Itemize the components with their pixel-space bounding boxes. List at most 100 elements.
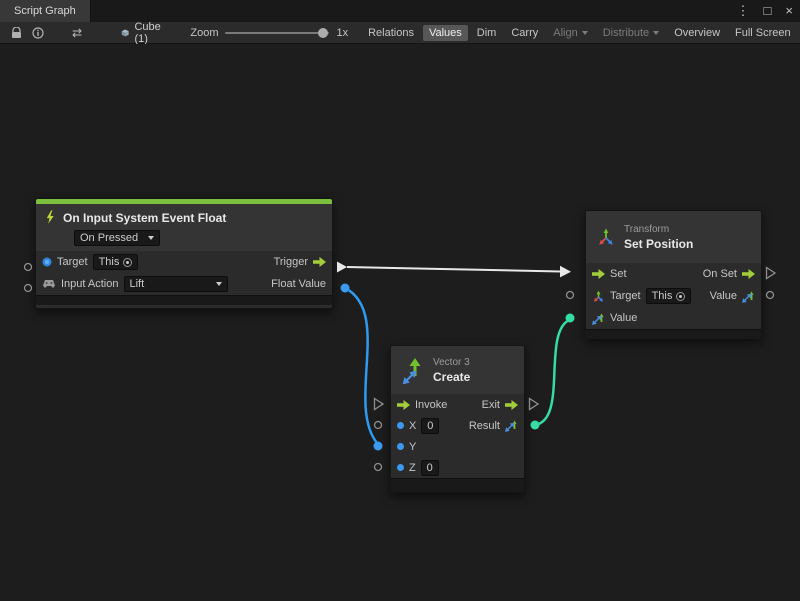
- input-action-label: Input Action: [61, 278, 119, 290]
- full-screen-button[interactable]: Full Screen: [729, 25, 797, 41]
- script-graph-window: Script Graph ⋮ □ × ⇄ Cube (1) Zoom 1x Re…: [0, 0, 800, 601]
- float-port-icon: [397, 464, 404, 471]
- port-z-in[interactable]: [375, 464, 382, 471]
- port-exit-out[interactable]: [530, 399, 539, 410]
- on-set-label: On Set: [703, 268, 737, 280]
- port-x-in[interactable]: [375, 422, 382, 429]
- port-transform-target-in[interactable]: [567, 292, 574, 299]
- port-event-action-in[interactable]: [25, 285, 32, 292]
- node-on-input-system-event-float[interactable]: On Input System Event Float On Pressed T…: [35, 198, 333, 309]
- vector3-icon: [401, 356, 425, 384]
- vector-value-icon: [742, 290, 755, 303]
- node-category: Vector 3: [433, 357, 470, 369]
- float-port-icon: [397, 422, 404, 429]
- target-label: Target: [57, 256, 88, 268]
- transform-value-row: Value: [586, 307, 761, 329]
- align-button[interactable]: Align: [547, 25, 593, 41]
- port-invoke-in[interactable]: [375, 399, 384, 410]
- port-float-value-out[interactable]: [341, 284, 350, 293]
- y-label: Y: [409, 441, 416, 453]
- transform-footer: [586, 329, 761, 339]
- zoom-value: 1x: [336, 27, 348, 39]
- wire-floatvalue-to-y[interactable]: [345, 288, 377, 443]
- transform-rows: Set On Set Target This: [586, 263, 761, 329]
- tab-label: Script Graph: [14, 5, 76, 17]
- dropdown-caret-icon: [148, 236, 154, 240]
- maximize-icon[interactable]: □: [757, 0, 779, 22]
- zoom-slider-knob[interactable]: [318, 28, 328, 38]
- port-trigger-out[interactable]: [337, 262, 347, 273]
- relations-button[interactable]: Relations: [362, 25, 420, 41]
- invoke-row: Invoke Exit: [391, 394, 524, 415]
- graph-canvas[interactable]: On Input System Event Float On Pressed T…: [0, 44, 800, 601]
- dropdown-caret-icon: [653, 31, 659, 35]
- values-button[interactable]: Values: [423, 25, 468, 41]
- target-label: Target: [610, 290, 641, 302]
- set-row: Set On Set: [586, 263, 761, 285]
- port-result-out[interactable]: [531, 421, 540, 430]
- x-label: X: [409, 420, 416, 432]
- graph-owner[interactable]: Cube (1): [121, 21, 164, 45]
- port-transform-value-out[interactable]: [767, 292, 774, 299]
- x-value-field[interactable]: 0: [421, 418, 439, 434]
- invoke-label: Invoke: [415, 399, 447, 411]
- z-value-field[interactable]: 0: [421, 460, 439, 476]
- graph-owner-label: Cube (1): [134, 21, 164, 45]
- port-event-target-in[interactable]: [25, 264, 32, 271]
- swap-icon[interactable]: ⇄: [67, 26, 87, 40]
- tab-script-graph[interactable]: Script Graph: [0, 0, 91, 22]
- trigger-label: Trigger: [274, 256, 308, 268]
- value-in-label: Value: [610, 312, 637, 324]
- exit-label: Exit: [482, 399, 500, 411]
- event-header: On Input System Event Float On Pressed: [36, 204, 332, 251]
- vector-value-icon: [505, 419, 518, 432]
- dim-button[interactable]: Dim: [471, 25, 503, 41]
- set-label: Set: [610, 268, 627, 280]
- vector-value-icon: [592, 312, 605, 325]
- transform-header: Transform Set Position: [586, 211, 761, 263]
- dropdown-caret-icon: [582, 31, 588, 35]
- x-row: X 0 Result: [391, 415, 524, 436]
- wire-trigger-to-set[interactable]: [337, 262, 571, 278]
- z-row: Z 0: [391, 457, 524, 478]
- window-menu-icon[interactable]: ⋮: [730, 0, 757, 22]
- input-action-dropdown[interactable]: Lift: [124, 276, 228, 292]
- node-title: Set Position: [624, 237, 693, 251]
- vector3-rows: Invoke Exit X 0 Result: [391, 394, 524, 478]
- lightning-icon: [44, 210, 56, 225]
- node-category: Transform: [624, 224, 693, 236]
- wire-result-to-value[interactable]: [535, 320, 569, 425]
- event-target-row: Target This Trigger: [36, 251, 332, 273]
- result-label: Result: [469, 420, 500, 432]
- titlebar: Script Graph ⋮ □ ×: [0, 0, 800, 22]
- object-picker-icon[interactable]: [123, 258, 132, 267]
- node-title: Create: [433, 370, 470, 384]
- node-transform-set-position[interactable]: Transform Set Position Set On Set: [585, 210, 762, 339]
- z-label: Z: [409, 462, 416, 474]
- port-on-set-out[interactable]: [767, 268, 776, 279]
- toolbar-buttons: Relations Values Dim Carry Align Distrib…: [362, 25, 797, 41]
- event-footer: [36, 295, 332, 305]
- carry-button[interactable]: Carry: [505, 25, 544, 41]
- port-transform-value-in[interactable]: [566, 314, 575, 323]
- float-value-label: Float Value: [271, 278, 326, 290]
- event-mode-dropdown[interactable]: On Pressed: [74, 230, 160, 246]
- info-icon[interactable]: [27, 27, 49, 39]
- overview-button[interactable]: Overview: [668, 25, 726, 41]
- distribute-button[interactable]: Distribute: [597, 25, 665, 41]
- flow-arrow-icon: [313, 257, 326, 267]
- graph-toolbar: ⇄ Cube (1) Zoom 1x Relations Values Dim …: [0, 22, 800, 44]
- object-picker-icon[interactable]: [676, 292, 685, 301]
- transform-icon: [596, 227, 616, 247]
- node-vector3-create[interactable]: Vector 3 Create Invoke Exit X: [390, 345, 525, 493]
- lock-icon[interactable]: [6, 27, 27, 39]
- target-object-field[interactable]: This: [93, 254, 139, 270]
- axis-icon: [592, 290, 605, 303]
- zoom-slider-track[interactable]: [225, 32, 329, 34]
- float-port-icon: [397, 443, 404, 450]
- port-y-in[interactable]: [374, 442, 383, 451]
- port-set-in[interactable]: [560, 266, 571, 278]
- node-title: On Input System Event Float: [63, 211, 226, 225]
- transform-target-field[interactable]: This: [646, 288, 692, 304]
- close-icon[interactable]: ×: [778, 0, 800, 22]
